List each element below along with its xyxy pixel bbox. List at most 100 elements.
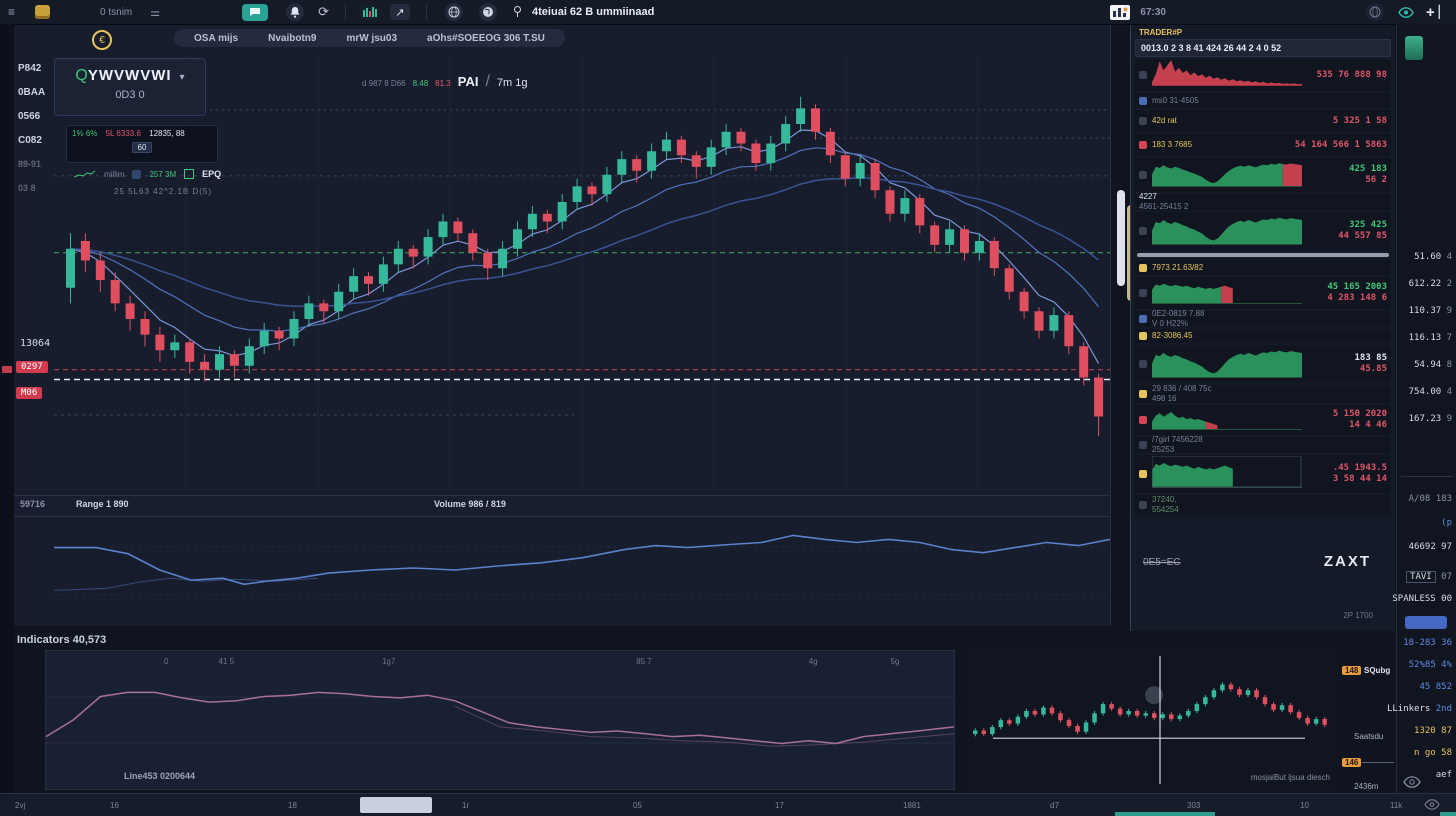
- watchlist-row[interactable]: 183 8545.85: [1135, 345, 1391, 383]
- row-value: 325 425: [1307, 220, 1387, 231]
- watchlist-row[interactable]: 42274561-25415 2: [1135, 194, 1391, 210]
- watchlist-row[interactable]: 42d rat5 325 1 58: [1135, 110, 1391, 132]
- row-label: 4561-25415 2: [1139, 202, 1387, 212]
- axis-tick: 41 5: [219, 657, 235, 666]
- globe-button[interactable]: [445, 3, 463, 21]
- watchlist-header[interactable]: 0013.0 2 3 8 41 424 26 44 2 4 0 52: [1135, 39, 1391, 57]
- rail-label-2: Saatsdu: [1354, 732, 1383, 741]
- chart-preview-button[interactable]: [360, 4, 380, 20]
- tool-label-1[interactable]: 0BAA: [18, 87, 45, 111]
- change-up-value: 8.48: [413, 79, 429, 88]
- app-logo-badge[interactable]: [35, 5, 50, 19]
- row-status-icon: [1139, 227, 1147, 235]
- watchlist-row[interactable]: 82-3086.45: [1135, 329, 1391, 343]
- eye-icon[interactable]: [1403, 776, 1421, 788]
- timeline-thumb[interactable]: [360, 797, 432, 813]
- timeline-tick: 16: [110, 801, 119, 810]
- symbol-selector[interactable]: QYWVWVWI▾ 0D3 0: [54, 58, 206, 116]
- price-col-item[interactable]: 45 852: [1419, 682, 1452, 692]
- timeline-tick: 17: [775, 801, 784, 810]
- row-status-icon: [1139, 360, 1147, 368]
- nav-item-1[interactable]: OSA mijs: [194, 33, 238, 44]
- price-level[interactable]: 167.23 9: [1409, 414, 1452, 424]
- watchlist-row[interactable]: 29 836 / 408 75c498 16: [1135, 385, 1391, 403]
- watchlist-row[interactable]: 45 165 20034 283 148 6: [1135, 277, 1391, 309]
- row-status-icon: [1139, 141, 1147, 149]
- profile-button[interactable]: [1366, 3, 1384, 21]
- price-col-item[interactable]: 18-283 36: [1403, 638, 1452, 648]
- eye-teal-icon: [1398, 7, 1414, 18]
- timeline-eye-icon[interactable]: [1424, 799, 1440, 810]
- chat-icon: [249, 7, 261, 17]
- watchlist-row[interactable]: ms0 31-4505: [1135, 93, 1391, 108]
- tool-label-2[interactable]: 0566: [18, 111, 45, 135]
- share-button[interactable]: ↗: [390, 4, 410, 20]
- tool-label-0[interactable]: P842: [18, 63, 45, 87]
- tool-label-dim-1[interactable]: 03 8: [18, 183, 45, 207]
- notifications-button[interactable]: [286, 3, 304, 21]
- watchlist-row[interactable]: 37240,554254: [1135, 495, 1391, 515]
- row-label: ms0 31-4505: [1152, 96, 1387, 106]
- row-status-icon: [1139, 501, 1147, 509]
- price-col-item[interactable]: LLinkers 2nd: [1387, 704, 1452, 714]
- add-panel-button[interactable]: +: [1426, 4, 1435, 21]
- blue-action-button[interactable]: [1405, 616, 1447, 629]
- legend-green-values: 1% 6%: [72, 129, 97, 138]
- candlestick-chart[interactable]: [54, 55, 1110, 495]
- watchlist-row[interactable]: 535 76 888 98: [1135, 59, 1391, 91]
- price-col-item[interactable]: n go 58: [1414, 748, 1452, 758]
- timeframe-label: 7m 1g: [497, 77, 528, 89]
- green-box-icon: [184, 169, 194, 179]
- nav-item-3[interactable]: mrW jsu03: [346, 33, 397, 44]
- watch-mode-button[interactable]: [1398, 7, 1414, 18]
- main-menu-button[interactable]: ≡: [8, 5, 15, 19]
- vertical-scrollbar[interactable]: [1117, 190, 1125, 286]
- watchlist-row[interactable]: 5 150 202014 4 46: [1135, 405, 1391, 435]
- watchlist-row[interactable]: 183 3 768554 164 566 1 5863: [1135, 134, 1391, 156]
- watchlist-row[interactable]: 7973 21.63/82: [1135, 260, 1391, 275]
- tool-label-dim-0[interactable]: 89-91: [18, 159, 45, 183]
- price-col-item[interactable]: 1320 87: [1414, 726, 1452, 736]
- watchlist-row[interactable]: .45 1943.53 58 44 14: [1135, 455, 1391, 493]
- nav-logo-icon[interactable]: €: [92, 30, 112, 50]
- price-level[interactable]: 754.00 4: [1409, 387, 1452, 397]
- world-button[interactable]: [479, 3, 497, 21]
- footer-strike-label: 0E5=EC: [1143, 557, 1181, 568]
- price-level[interactable]: 110.37 9: [1409, 306, 1452, 316]
- price-level[interactable]: 54.94 8: [1414, 360, 1452, 370]
- sparkline-chart: [1152, 406, 1302, 430]
- symbol-name: YWVWVWI: [88, 67, 172, 84]
- axis-bottom-label: 59716: [20, 499, 45, 509]
- bottom-right-chart-panel[interactable]: mosjaiBut ljsua diesch: [965, 650, 1340, 790]
- row-status-icon: [1139, 470, 1147, 478]
- row-status-icon: [1139, 264, 1147, 272]
- watchlist-row[interactable]: 425 18356 2: [1135, 158, 1391, 192]
- refresh-button[interactable]: ⟳: [318, 4, 329, 20]
- watchlist-row[interactable]: /7girl 745622825253: [1135, 437, 1391, 453]
- watchlist-row[interactable]: 325 42544 557 85: [1135, 212, 1391, 250]
- stats-logo[interactable]: [1110, 5, 1130, 20]
- price-col-item[interactable]: aef: [1436, 770, 1452, 780]
- price-col-item[interactable]: TAVI 07: [1406, 572, 1452, 582]
- price-level[interactable]: 116.13 7: [1409, 333, 1452, 343]
- price-col-item[interactable]: SPANLESS 00: [1392, 594, 1452, 604]
- legend-badge[interactable]: 60: [132, 142, 153, 153]
- tool-label-3[interactable]: C082: [18, 135, 45, 159]
- nav-item-4[interactable]: aOhs#SOEEOG 306 T.SU: [427, 33, 545, 44]
- pin-button[interactable]: [513, 6, 522, 18]
- price-level[interactable]: 612.22 2: [1409, 279, 1452, 289]
- price-col-item[interactable]: 52%85 4%: [1409, 660, 1452, 670]
- watchlist-row[interactable]: 0E2-0819 7.88V 0 H22%: [1135, 311, 1391, 327]
- bottom-left-chart-panel[interactable]: 041 51g785 74g5g Line453 0200644: [45, 650, 955, 790]
- row-status-icon: [1139, 71, 1147, 79]
- legend-white-values: 12835, 88: [149, 129, 185, 138]
- price-level[interactable]: 51.60 4: [1414, 252, 1452, 262]
- account-icon[interactable]: [1405, 36, 1423, 60]
- chat-button[interactable]: [242, 4, 268, 21]
- row-label: 82-3086.45: [1152, 331, 1387, 341]
- filter-icon[interactable]: ⚌: [150, 6, 160, 19]
- volume-line-chart[interactable]: [54, 517, 1110, 619]
- timeline-progress-bar: [1115, 812, 1215, 816]
- nav-item-2[interactable]: Nvaibotn9: [268, 33, 316, 44]
- toolbar-notice: 4teiuai 62 B ummiinaad: [532, 6, 654, 18]
